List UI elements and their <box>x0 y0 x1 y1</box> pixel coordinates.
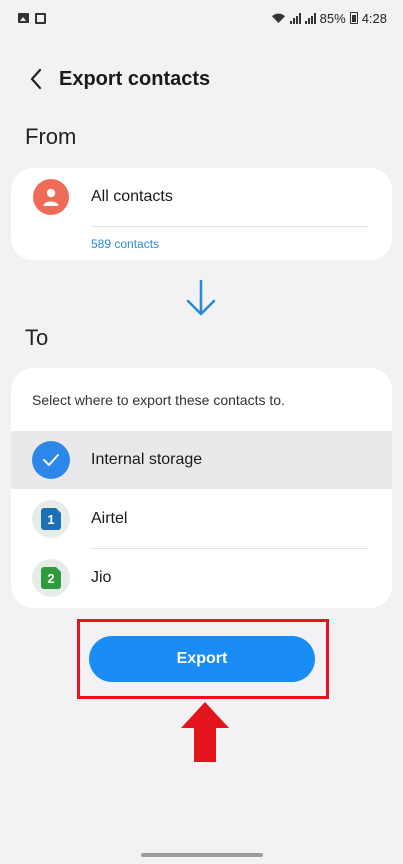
home-indicator[interactable] <box>141 853 263 857</box>
chevron-left-icon <box>30 68 42 90</box>
option-label: Internal storage <box>91 451 203 468</box>
sim-number: 1 <box>41 508 61 530</box>
signal-icon <box>289 12 301 24</box>
source-count: 589 contacts <box>91 237 160 251</box>
status-right-icons: 85% 4:28 <box>271 11 387 26</box>
arrow-down-icon <box>186 279 216 316</box>
status-bar: 85% 4:28 <box>0 0 403 36</box>
sim-2-icon: 2 <box>32 559 70 597</box>
check-icon <box>32 441 70 479</box>
to-card: Select where to export these contacts to… <box>11 368 392 608</box>
export-button[interactable]: Export <box>89 636 315 682</box>
from-card[interactable]: All contacts 589 contacts <box>11 168 392 260</box>
page-title: Export contacts <box>59 67 211 90</box>
divider <box>91 226 368 227</box>
battery-percent: 85% <box>319 10 346 26</box>
option-airtel[interactable]: 1 Airtel <box>11 490 392 548</box>
app-header: Export contacts <box>0 58 403 100</box>
status-time: 4:28 <box>361 10 387 26</box>
option-label: Airtel <box>91 510 128 527</box>
signal-icon <box>304 12 316 24</box>
battery-icon <box>349 12 358 24</box>
from-section-label: From <box>25 124 77 149</box>
option-internal-storage[interactable]: Internal storage <box>11 431 392 489</box>
source-name: All contacts <box>91 188 173 205</box>
person-icon <box>43 188 59 206</box>
wifi-icon <box>271 13 285 23</box>
to-hint: Select where to export these contacts to… <box>32 392 285 408</box>
status-left-icons <box>18 12 46 24</box>
back-button[interactable] <box>16 59 56 99</box>
option-jio[interactable]: 2 Jio <box>11 549 392 607</box>
avatar <box>33 179 69 215</box>
to-section-label: To <box>25 325 49 350</box>
arrow-up-icon <box>181 702 229 762</box>
sim-card-icon <box>35 12 46 24</box>
image-icon <box>18 13 29 23</box>
sim-number: 2 <box>41 567 61 589</box>
sim-1-icon: 1 <box>32 500 70 538</box>
option-label: Jio <box>91 569 112 586</box>
